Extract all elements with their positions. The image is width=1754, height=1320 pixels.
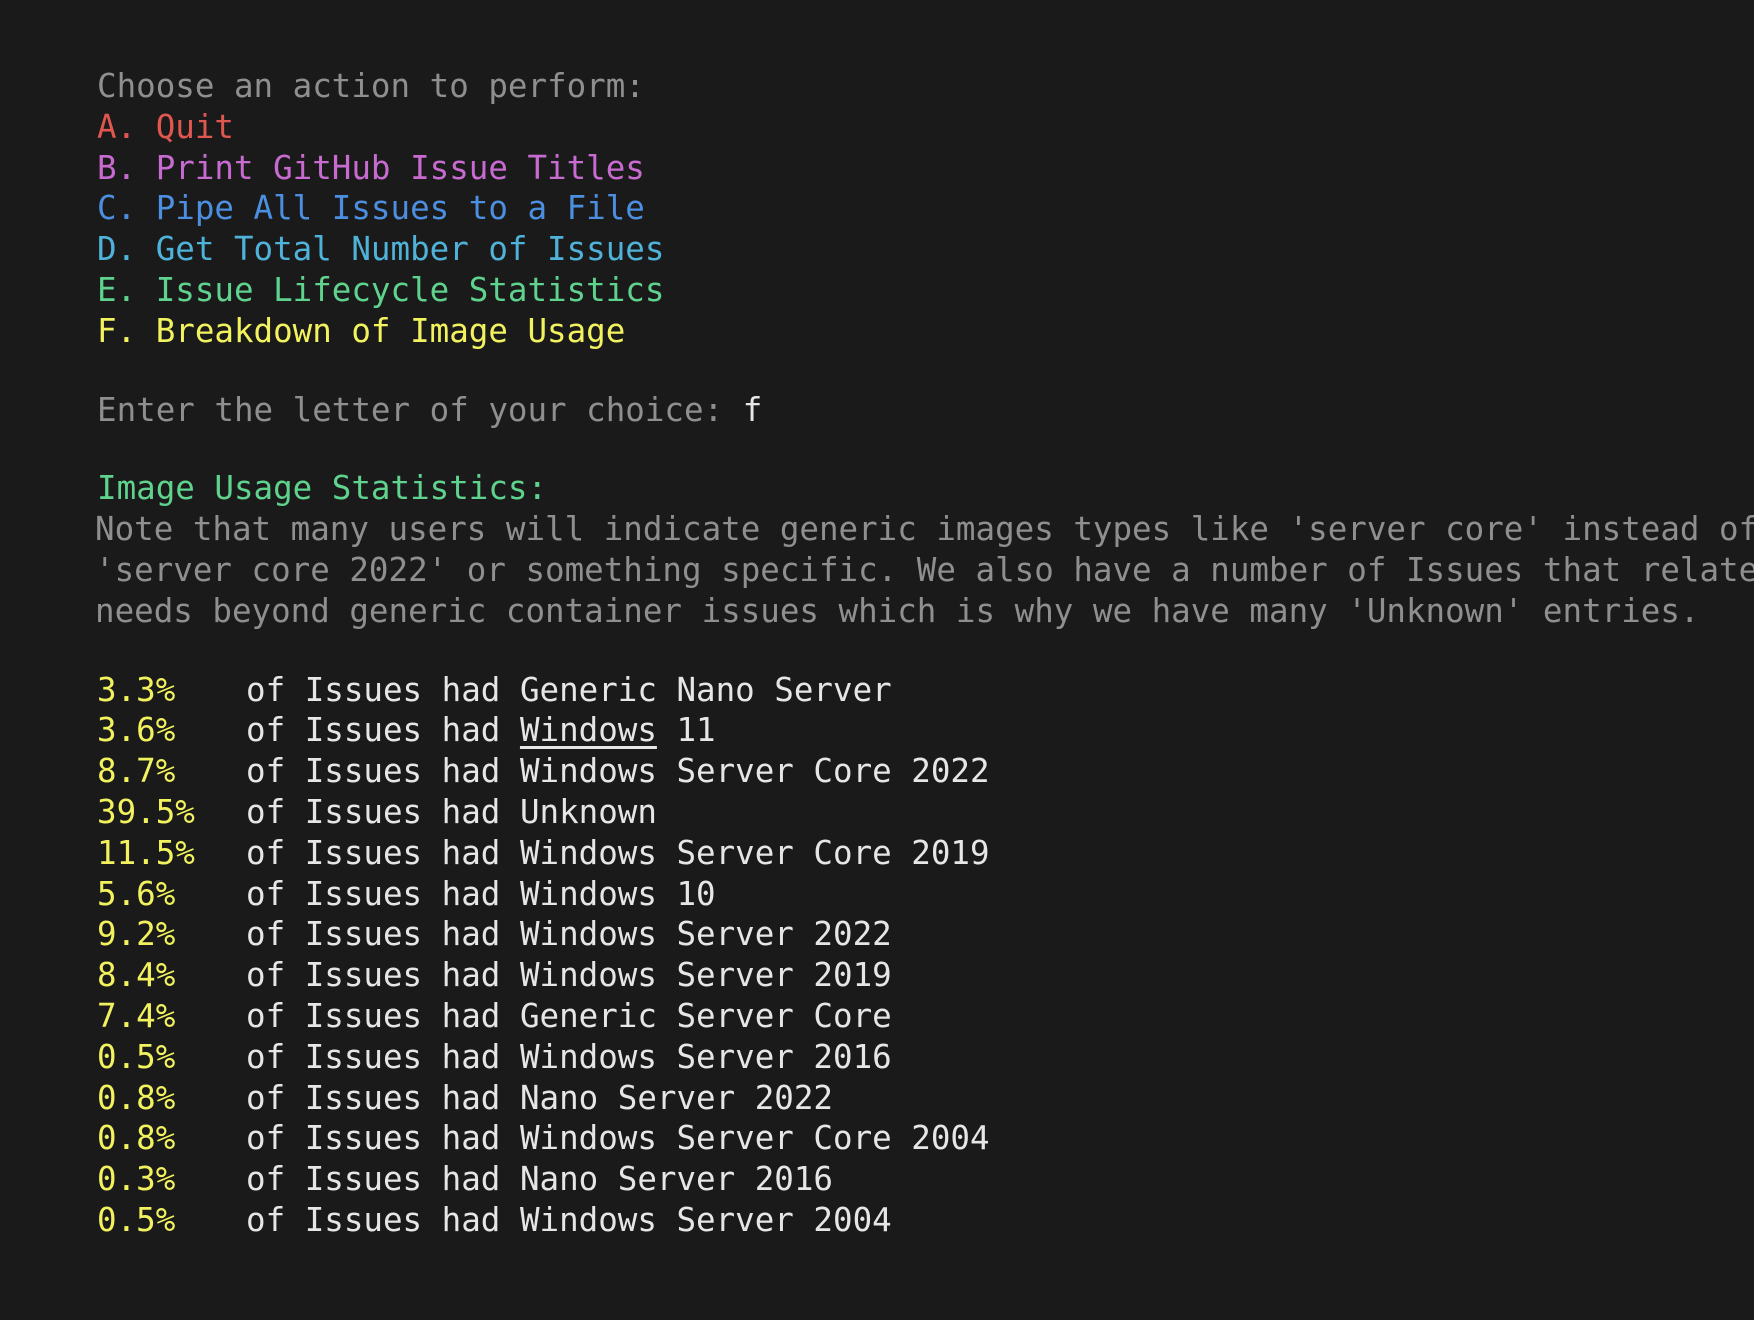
stats-image: 11 (656, 711, 716, 750)
stats-percent: 5.6% (97, 874, 176, 913)
stats-row: 9.2% of Issues had Windows Server 2022 (97, 914, 1737, 955)
stats-row: 0.8% of Issues had Nano Server 2022 (97, 1078, 1737, 1119)
stats-percent: 0.3% (97, 1160, 176, 1199)
stats-row: 39.5% of Issues had Unknown (97, 792, 1737, 833)
stats-heading: Image Usage Statistics: (97, 469, 548, 508)
stats-image-link[interactable]: Windows (520, 711, 657, 749)
stats-row: 0.5% of Issues had Windows Server 2016 (97, 1037, 1737, 1078)
stats-percent: 0.8% (97, 1078, 176, 1117)
stats-image: Generic Server Core (519, 996, 892, 1035)
stats-row: 5.6% of Issues had Windows 10 (97, 874, 1737, 915)
stats-image: Windows 10 (519, 874, 716, 913)
stats-image: Nano Server 2022 (519, 1078, 834, 1117)
menu-options: A. Quit B. Print GitHub Issue Titles C. … (97, 107, 1737, 352)
stats-image: Windows Server Core 2022 (519, 752, 990, 791)
stats-image: Unknown (519, 792, 657, 831)
stats-image: Windows Server 2019 (519, 956, 892, 995)
stats-prefix: of Issues had (246, 1200, 520, 1239)
menu-option-image-usage: F. Breakdown of Image Usage (97, 311, 626, 350)
stats-prefix: of Issues had (246, 1160, 520, 1199)
menu-option-print-titles: B. Print GitHub Issue Titles (97, 148, 645, 187)
stats-note-line: Note that many users will indicate gener… (95, 510, 1754, 549)
stats-prefix: of Issues had (246, 752, 520, 791)
stats-percent: 3.3% (97, 670, 176, 709)
stats-prefix: of Issues had (246, 956, 520, 995)
stats-row: 8.4% of Issues had Windows Server 2019 (97, 955, 1737, 996)
stats-image: Generic Nano Server (519, 670, 892, 709)
stats-percent: 8.4% (97, 956, 176, 995)
stats-prefix: of Issues had (246, 792, 520, 831)
stats-prefix: of Issues had (246, 996, 520, 1035)
stats-row: 7.4% of Issues had Generic Server Core (97, 996, 1737, 1037)
stats-row: 3.6% of Issues had Windows 11 (97, 710, 1737, 751)
stats-row: 0.3% of Issues had Nano Server 2016 (97, 1159, 1737, 1200)
stats-percent: 0.5% (97, 1200, 176, 1239)
stats-prefix: of Issues had (246, 1119, 520, 1158)
stats-image: Windows Server 2004 (519, 1200, 892, 1239)
stats-percent: 3.6% (97, 711, 176, 750)
stats-image: Nano Server 2016 (519, 1160, 834, 1199)
stats-percent: 39.5% (97, 792, 195, 831)
menu-option-lifecycle-stats: E. Issue Lifecycle Statistics (97, 270, 665, 309)
stats-list: 3.3% of Issues had Generic Nano Server 3.… (97, 670, 1737, 1241)
stats-prefix: of Issues had (246, 915, 520, 954)
stats-percent: 0.5% (97, 1037, 176, 1076)
stats-percent: 0.8% (97, 1119, 176, 1158)
stats-percent: 11.5% (97, 833, 195, 872)
stats-prefix: of Issues had (246, 1078, 520, 1117)
stats-image: Windows Server Core 2004 (519, 1119, 990, 1158)
stats-prefix: of Issues had (246, 874, 520, 913)
menu-option-total-issues: D. Get Total Number of Issues (97, 230, 665, 269)
stats-image: Windows Server Core 2019 (519, 833, 990, 872)
stats-percent: 7.4% (97, 996, 176, 1035)
stats-note-line: needs beyond generic container issues wh… (95, 591, 1700, 630)
stats-prefix: of Issues had (246, 670, 520, 709)
stats-prefix: of Issues had (246, 1037, 520, 1076)
stats-prefix: of Issues had (246, 711, 520, 750)
menu-prompt: Choose an action to perform: (97, 67, 645, 105)
menu-option-pipe-to-file: C. Pipe All Issues to a File (97, 189, 645, 228)
stats-note: Note that many users will indicate gener… (95, 509, 1754, 631)
stats-percent: 9.2% (97, 915, 176, 954)
stats-row: 8.7% of Issues had Windows Server Core 20… (97, 751, 1737, 792)
stats-image: Windows Server 2022 (519, 915, 892, 954)
menu-option-quit: A. Quit (97, 107, 234, 146)
terminal-output: Choose an action to perform: A. Quit B. … (95, 66, 1754, 1241)
stats-prefix: of Issues had (246, 833, 520, 872)
stats-note-line: 'server core 2022' or something specific… (95, 550, 1754, 589)
stats-image: Windows Server 2016 (519, 1037, 892, 1076)
stats-row: 11.5% of Issues had Windows Server Core 2… (97, 833, 1737, 874)
choice-input-value: f (742, 390, 763, 429)
stats-row: 0.8% of Issues had Windows Server Core 20… (97, 1118, 1737, 1159)
choice-line: Enter the letter of your choice: f (97, 390, 1737, 431)
stats-row: 0.5% of Issues had Windows Server 2004 (97, 1200, 1737, 1241)
choice-prompt: Enter the letter of your choice: (97, 390, 743, 429)
stats-row: 3.3% of Issues had Generic Nano Server (97, 670, 1737, 711)
stats-percent: 8.7% (97, 752, 176, 791)
